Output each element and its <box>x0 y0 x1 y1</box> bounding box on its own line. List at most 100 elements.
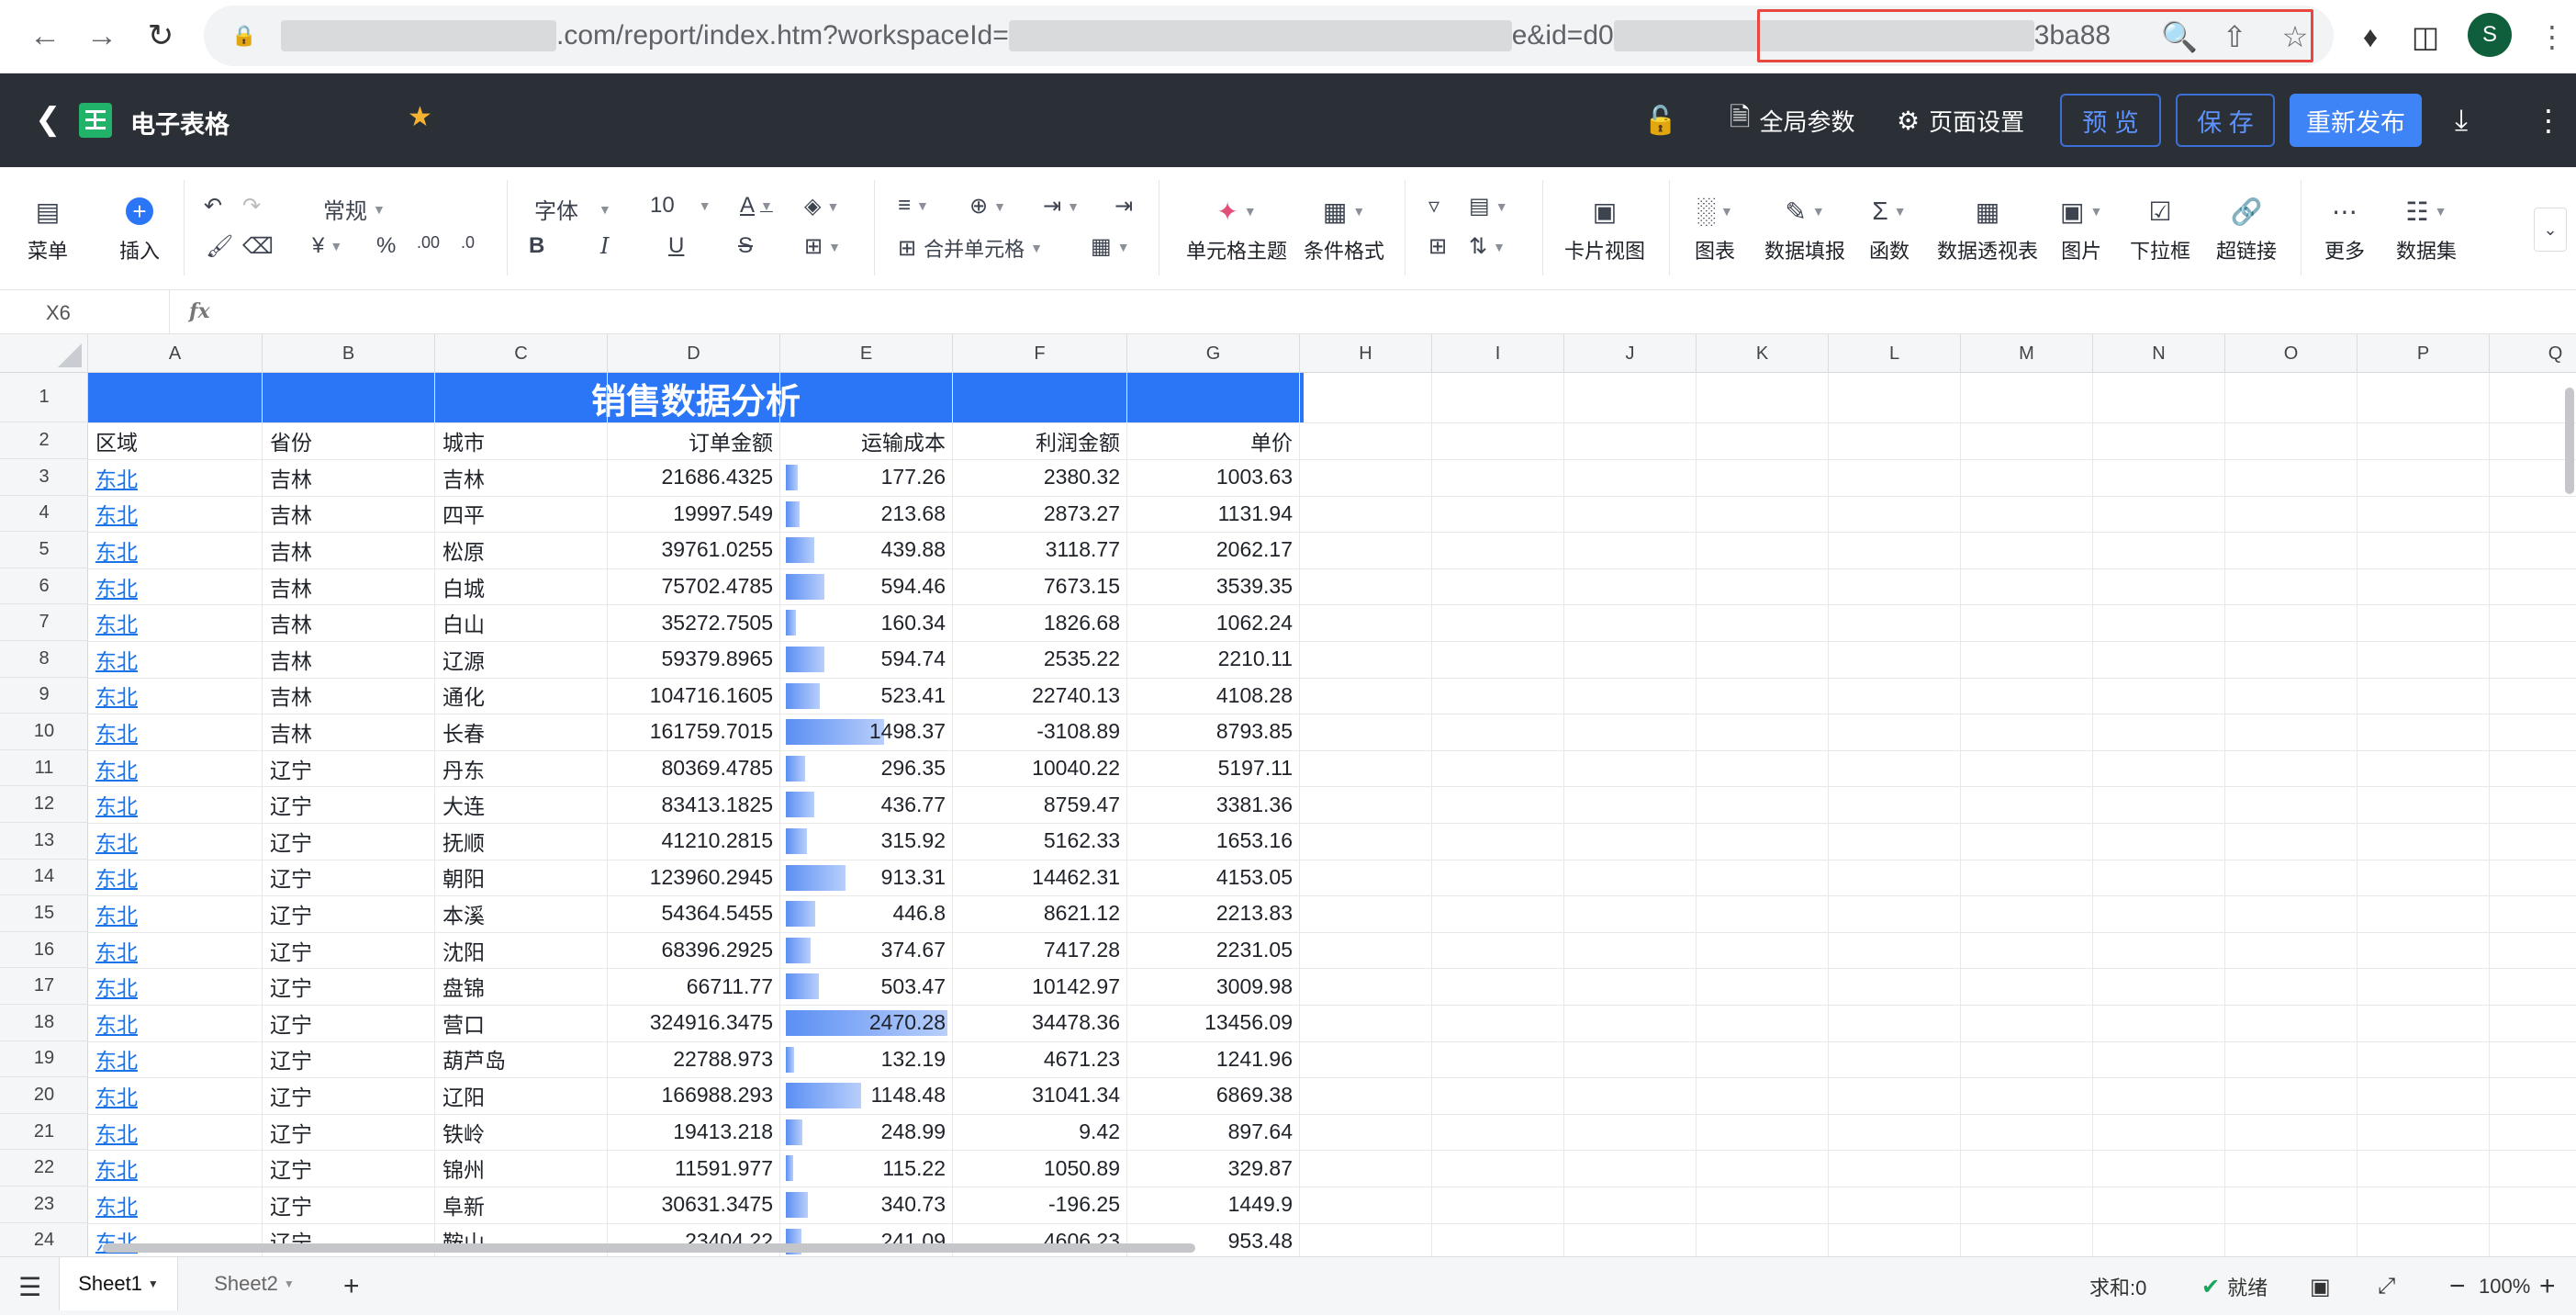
column-header-m[interactable]: M <box>1961 334 2093 373</box>
table-cell[interactable]: 吉林 <box>263 714 435 750</box>
address-bar[interactable]: 🔒 .com/report/index.htm?workspaceId= e&i… <box>204 6 2334 66</box>
merge-cells-button[interactable]: ⊞ 合并单元格 ▼ <box>898 233 1043 263</box>
align-left-icon[interactable]: ≡ ▼ <box>898 193 929 219</box>
table-cell[interactable]: 吉林 <box>263 496 435 533</box>
table-cell[interactable]: 5197.11 <box>1127 750 1300 787</box>
column-header-p[interactable]: P <box>2358 334 2490 373</box>
table-cell[interactable]: 4153.05 <box>1127 860 1300 896</box>
table-cell[interactable]: 吉林 <box>263 678 435 714</box>
row-header-22[interactable]: 22 <box>0 1150 88 1187</box>
table-cell[interactable]: 123960.2945 <box>608 860 780 896</box>
fullscreen-icon[interactable]: ⤢ <box>2378 1257 2395 1316</box>
vertical-scrollbar[interactable] <box>2565 388 2574 494</box>
table-cell[interactable]: 177.26 <box>780 459 953 496</box>
strikethrough-icon[interactable]: S <box>738 233 753 259</box>
table-cell[interactable]: 83413.1825 <box>608 786 780 823</box>
table-cell[interactable]: 66711.77 <box>608 968 780 1005</box>
header-cell[interactable]: 订单金额 <box>608 422 780 459</box>
table-cell[interactable]: 大连 <box>435 786 608 823</box>
text-wrap-icon[interactable]: ⇥ ▼ <box>1043 193 1080 219</box>
table-cell[interactable]: 913.31 <box>780 860 953 896</box>
table-cell[interactable]: 辽宁 <box>263 1005 435 1041</box>
table-cell[interactable]: 辽宁 <box>263 750 435 787</box>
column-header-i[interactable]: I <box>1432 334 1564 373</box>
table-cell[interactable]: 22740.13 <box>953 678 1127 714</box>
table-cell[interactable]: 22788.973 <box>608 1041 780 1078</box>
currency-icon[interactable]: ¥ ▼ <box>312 233 342 259</box>
header-cell[interactable]: 单价 <box>1127 422 1300 459</box>
region-link[interactable]: 东北 <box>88 714 263 750</box>
table-cell[interactable]: 374.67 <box>780 932 953 969</box>
table-cell[interactable]: 辽宁 <box>263 1041 435 1078</box>
column-header-b[interactable]: B <box>263 334 435 373</box>
table-cell[interactable]: 辽宁 <box>263 968 435 1005</box>
row-header-16[interactable]: 16 <box>0 932 88 969</box>
table-cell[interactable]: 朝阳 <box>435 860 608 896</box>
save-button[interactable]: 保 存 <box>2176 94 2275 147</box>
region-link[interactable]: 东北 <box>88 1077 263 1114</box>
table-cell[interactable]: 7673.15 <box>953 568 1127 605</box>
table-cell[interactable]: 白山 <box>435 604 608 641</box>
eraser-icon[interactable]: ⌫ <box>242 233 274 260</box>
bookmark-star-icon[interactable]: ☆ <box>2269 9 2321 64</box>
browser-menu-icon[interactable]: ⋮ <box>2526 9 2576 64</box>
table-cell[interactable]: 439.88 <box>780 532 953 568</box>
table-cell[interactable]: 213.68 <box>780 496 953 533</box>
italic-icon[interactable]: I <box>600 233 609 259</box>
region-link[interactable]: 东北 <box>88 860 263 896</box>
fill-color-icon[interactable]: ◈ ▼ <box>804 193 839 219</box>
table-cell[interactable]: 8759.47 <box>953 786 1127 823</box>
table-cell[interactable]: 594.74 <box>780 641 953 678</box>
table-cell[interactable]: 营口 <box>435 1005 608 1041</box>
table-cell[interactable]: 30631.3475 <box>608 1187 780 1223</box>
table-cell[interactable]: 80369.4785 <box>608 750 780 787</box>
table-cell[interactable]: 2213.83 <box>1127 895 1300 932</box>
indent-icon[interactable]: ⇥ <box>1114 193 1133 219</box>
favorite-star-icon[interactable]: ★ <box>408 101 432 133</box>
table-cell[interactable]: 吉林 <box>263 459 435 496</box>
pivot-table-button[interactable]: ▦ 数据透视表 <box>1937 193 2038 264</box>
table-cell[interactable]: 本溪 <box>435 895 608 932</box>
font-size-select[interactable]: 10 ▼ <box>650 193 711 219</box>
column-header-q[interactable]: Q <box>2490 334 2576 373</box>
region-link[interactable]: 东北 <box>88 496 263 533</box>
table-cell[interactable]: 辽宁 <box>263 1077 435 1114</box>
format-painter-icon[interactable]: 🖌 <box>206 233 233 260</box>
zoom-level[interactable]: 100% <box>2479 1257 2530 1316</box>
table-cell[interactable]: 松原 <box>435 532 608 568</box>
tab-sheet2[interactable]: Sheet2 ▼ <box>195 1257 314 1310</box>
row-header-8[interactable]: 8 <box>0 641 88 678</box>
region-link[interactable]: 东北 <box>88 1041 263 1078</box>
row-header-21[interactable]: 21 <box>0 1114 88 1151</box>
table-cell[interactable]: 132.19 <box>780 1041 953 1078</box>
row-header-13[interactable]: 13 <box>0 823 88 860</box>
table-cell[interactable]: 8621.12 <box>953 895 1127 932</box>
row-header-20[interactable]: 20 <box>0 1077 88 1114</box>
undo-icon[interactable]: ↶ <box>204 193 222 219</box>
cell-reference[interactable]: X6 <box>46 301 71 325</box>
table-cell[interactable]: 13456.09 <box>1127 1005 1300 1041</box>
row-header-9[interactable]: 9 <box>0 678 88 714</box>
row-header-12[interactable]: 12 <box>0 786 88 823</box>
table-cell[interactable]: 1826.68 <box>953 604 1127 641</box>
table-cell[interactable]: 75702.4785 <box>608 568 780 605</box>
row-header-17[interactable]: 17 <box>0 968 88 1005</box>
fit-screen-icon[interactable]: ▣ <box>2310 1257 2331 1316</box>
region-link[interactable]: 东北 <box>88 1114 263 1151</box>
table-cell[interactable]: 2535.22 <box>953 641 1127 678</box>
table-cell[interactable]: 446.8 <box>780 895 953 932</box>
region-link[interactable]: 东北 <box>88 678 263 714</box>
decimal-decrease-icon[interactable]: .00 <box>417 233 440 253</box>
row-header-6[interactable]: 6 <box>0 568 88 605</box>
lock-icon[interactable]: 🔓 <box>1643 101 1677 140</box>
borders-icon[interactable]: ⊞ ▼ <box>804 233 841 260</box>
chart-button[interactable]: ░ ▼ 图表 <box>1695 193 1735 264</box>
table-cell[interactable]: 4671.23 <box>953 1041 1127 1078</box>
more-button[interactable]: ⋯ 更多 <box>2324 193 2365 264</box>
row-header-2[interactable]: 2 <box>0 422 88 459</box>
select-all-corner[interactable] <box>0 334 88 373</box>
row-header-1[interactable]: 1 <box>0 373 88 422</box>
column-header-k[interactable]: K <box>1697 334 1829 373</box>
table-cell[interactable]: 296.35 <box>780 750 953 787</box>
region-link[interactable]: 东北 <box>88 1150 263 1187</box>
